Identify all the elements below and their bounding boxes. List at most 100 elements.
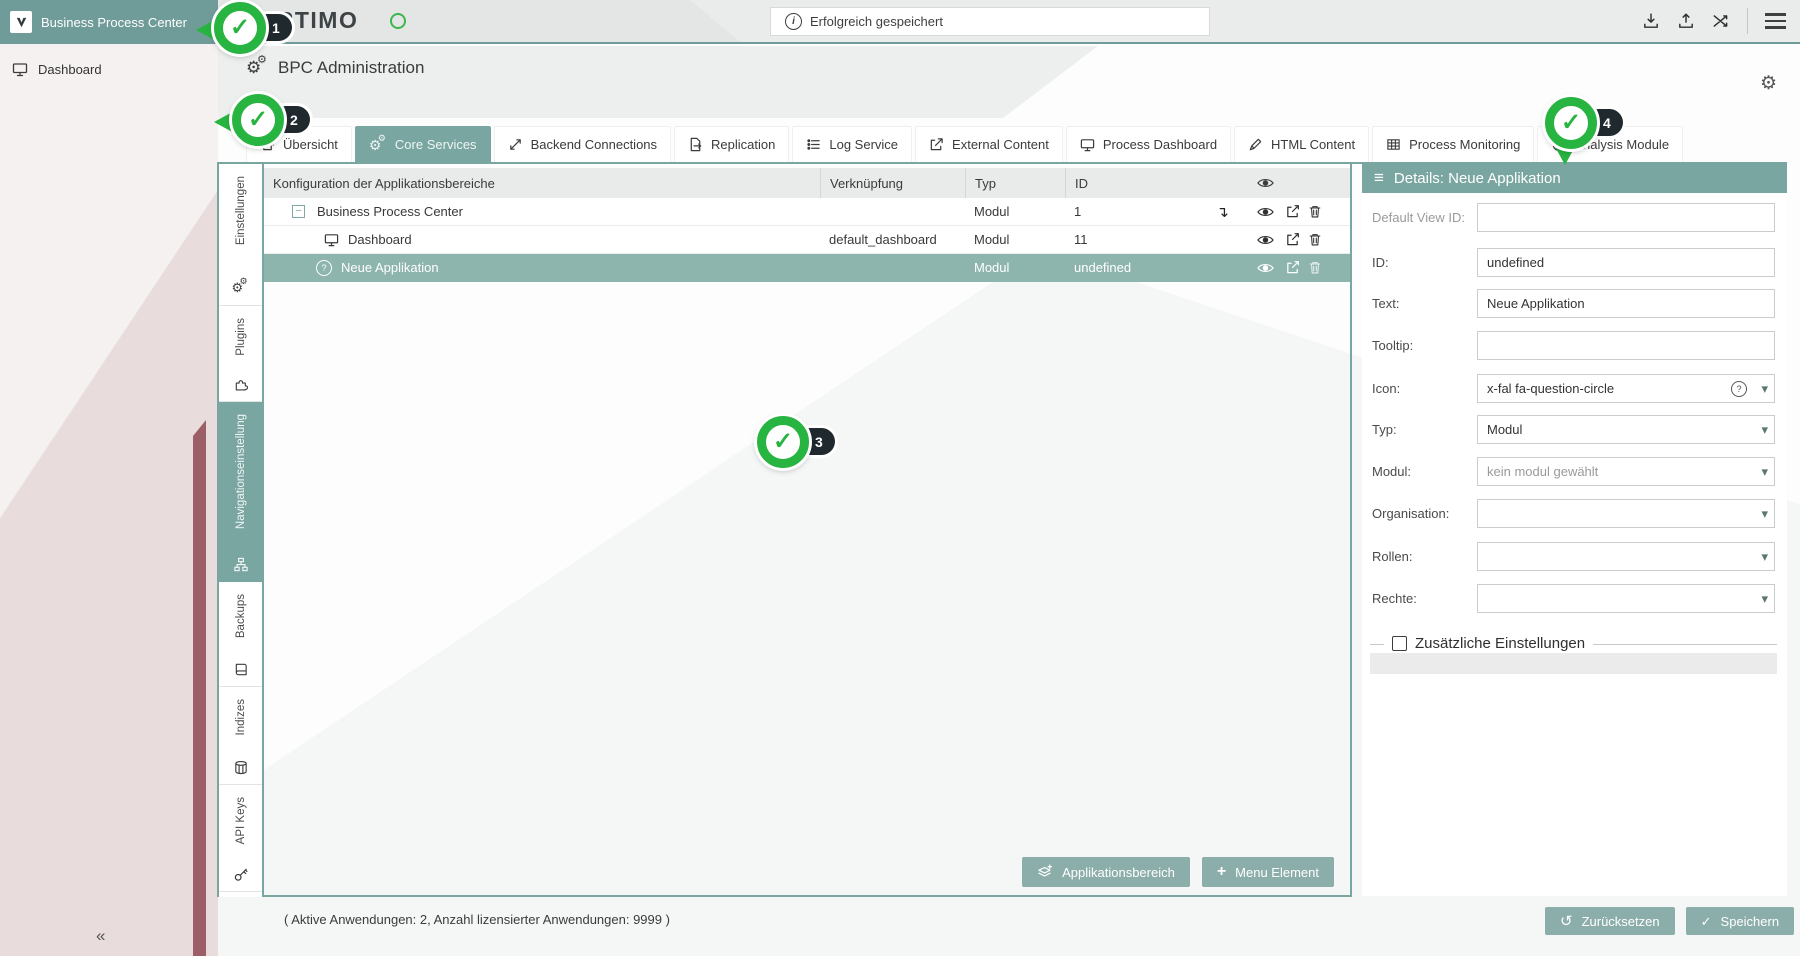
edit-icon[interactable] xyxy=(1285,232,1300,247)
edit-icon[interactable] xyxy=(1285,260,1300,275)
column-header-link: Verknüpfung xyxy=(820,168,965,198)
column-header-type: Typ xyxy=(965,168,1065,198)
eye-icon[interactable] xyxy=(1257,206,1274,218)
eye-icon[interactable] xyxy=(1257,234,1274,246)
details-title: Details: Neue Applikation xyxy=(1394,170,1561,187)
text-input[interactable] xyxy=(1477,289,1775,318)
tree-collapse-icon[interactable] xyxy=(292,205,305,218)
monitor-icon xyxy=(1080,137,1095,152)
pie-chart-icon xyxy=(1551,137,1566,152)
vtab-indizes[interactable]: Indizes xyxy=(219,687,262,785)
rollen-select[interactable] xyxy=(1477,542,1775,571)
external-link-icon xyxy=(929,137,944,152)
sidebar-item-label: Dashboard xyxy=(38,62,102,77)
modul-select[interactable] xyxy=(1477,457,1775,486)
extra-settings-checkbox[interactable] xyxy=(1392,636,1407,651)
chevron-down-icon[interactable] xyxy=(1761,506,1768,522)
field-rollen: Rollen: xyxy=(1372,542,1775,571)
import-icon[interactable] xyxy=(1642,12,1660,30)
rechte-select[interactable] xyxy=(1477,584,1775,613)
trash-icon[interactable] xyxy=(1308,232,1322,247)
column-header-config: Konfiguration der Applikationsbereiche xyxy=(264,176,820,191)
field-tooltip: Tooltip: xyxy=(1372,331,1775,360)
chevron-down-icon[interactable] xyxy=(1761,381,1768,397)
puzzle-icon xyxy=(233,377,248,392)
vertical-tabstrip: Einstellungen Plugins Navigationseinstel… xyxy=(217,164,262,897)
chevron-down-icon[interactable] xyxy=(1761,422,1768,438)
column-header-id: ID xyxy=(1065,168,1200,198)
tab-backend-connections[interactable]: Backend Connections xyxy=(494,126,671,162)
settings-gear-icon[interactable]: ⚙ xyxy=(1760,72,1777,95)
table-row[interactable]: Business Process Center Modul 1 xyxy=(264,198,1350,226)
organisation-select[interactable] xyxy=(1477,499,1775,528)
tab-replication[interactable]: Replication xyxy=(674,126,789,162)
diagonal-arrows-icon xyxy=(508,137,523,152)
gears-icon xyxy=(369,137,387,153)
extra-settings-bar xyxy=(1370,653,1777,674)
chevron-down-icon[interactable] xyxy=(1761,591,1768,607)
move-into-icon[interactable] xyxy=(1200,203,1245,221)
row-label: Dashboard xyxy=(348,232,412,247)
plus-icon xyxy=(1217,863,1226,881)
tab-analysis-module[interactable]: Analysis Module xyxy=(1537,126,1683,162)
sidebar-header: Business Process Center xyxy=(0,0,218,44)
list-icon xyxy=(1374,168,1384,188)
export-icon[interactable] xyxy=(1677,12,1695,30)
save-button[interactable]: Speichern xyxy=(1686,907,1794,935)
sidebar-collapse-button[interactable]: « xyxy=(96,926,105,946)
toast-message: Erfolgreich gespeichert xyxy=(810,14,943,29)
shuffle-icon[interactable] xyxy=(1712,12,1730,30)
edit-icon[interactable] xyxy=(1285,204,1300,219)
sidebar-maroon-stripe xyxy=(193,420,206,956)
add-applikationsbereich-button[interactable]: Applikationsbereich xyxy=(1022,857,1190,887)
gears-icon xyxy=(246,58,268,78)
archive-icon xyxy=(233,662,248,677)
vtab-navigationseinstellung[interactable]: Navigationseinstellung xyxy=(219,402,262,582)
details-header: Details: Neue Applikation xyxy=(1362,163,1787,193)
tab-core-services[interactable]: Core Services xyxy=(355,126,491,162)
table-row[interactable]: Dashboard default_dashboard Modul 11 xyxy=(264,226,1350,254)
reset-button[interactable]: Zurücksetzen xyxy=(1545,907,1675,935)
vtab-plugins[interactable]: Plugins xyxy=(219,306,262,402)
trash-icon[interactable] xyxy=(1308,260,1322,275)
add-menu-element-button[interactable]: Menu Element xyxy=(1202,857,1334,887)
sidebar: Business Process Center Dashboard « xyxy=(0,0,218,956)
vtab-einstellungen[interactable]: Einstellungen xyxy=(219,164,262,306)
license-status-text: ( Aktive Anwendungen: 2, Anzahl lizensie… xyxy=(284,912,670,927)
tooltip-input[interactable] xyxy=(1477,331,1775,360)
visibility-column-header xyxy=(1245,177,1285,189)
default-view-id-input[interactable] xyxy=(1477,203,1775,232)
toast-notification: i Erfolgreich gespeichert xyxy=(770,7,1210,36)
field-default-view-id: Default View ID: xyxy=(1372,203,1775,232)
trash-icon[interactable] xyxy=(1308,204,1322,219)
field-rechte: Rechte: xyxy=(1372,584,1775,613)
sidebar-decoration xyxy=(0,44,218,956)
vtab-backups[interactable]: Backups xyxy=(219,582,262,687)
typ-select[interactable] xyxy=(1477,415,1775,444)
layers-plus-icon xyxy=(1037,864,1053,880)
table-grid-icon xyxy=(1386,137,1401,152)
table-row-selected[interactable]: ? Neue Applikation Modul undefined xyxy=(264,254,1350,282)
menu-icon[interactable] xyxy=(1765,13,1786,29)
vtab-api-keys[interactable]: API Keys xyxy=(219,785,262,892)
table-header-row: Konfiguration der Applikationsbereiche V… xyxy=(264,168,1350,198)
eye-icon[interactable] xyxy=(1257,262,1274,274)
app-window: Business Process Center Dashboard « VIRT… xyxy=(0,0,1800,956)
tab-uebersicht[interactable]: Übersicht xyxy=(246,126,352,162)
tab-process-dashboard[interactable]: Process Dashboard xyxy=(1066,126,1231,162)
id-input[interactable] xyxy=(1477,248,1775,277)
home-icon xyxy=(260,137,275,152)
chevron-down-icon[interactable] xyxy=(1761,464,1768,480)
tab-external-content[interactable]: External Content xyxy=(915,126,1063,162)
sidebar-item-dashboard[interactable]: Dashboard xyxy=(0,52,218,86)
tab-log-service[interactable]: Log Service xyxy=(792,126,912,162)
check-icon xyxy=(1701,913,1712,930)
application-table-panel: Konfiguration der Applikationsbereiche V… xyxy=(262,164,1352,897)
chevron-down-icon[interactable] xyxy=(1761,549,1768,565)
tab-html-content[interactable]: HTML Content xyxy=(1234,126,1369,162)
help-icon[interactable]: ? xyxy=(1731,381,1747,397)
tab-process-monitoring[interactable]: Process Monitoring xyxy=(1372,126,1534,162)
document-export-icon xyxy=(688,137,703,152)
footer-actions: Zurücksetzen Speichern xyxy=(1545,907,1794,935)
header-diagonal-band xyxy=(218,46,1098,118)
